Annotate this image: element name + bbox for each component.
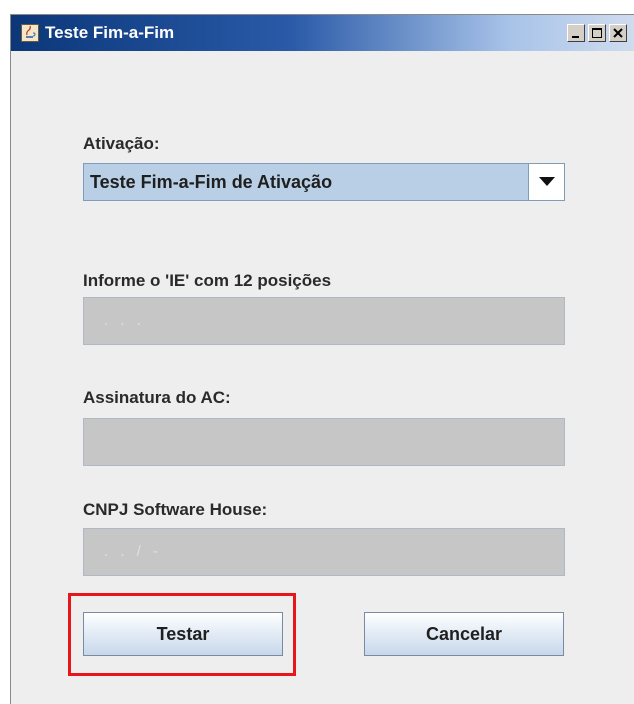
minimize-button[interactable]	[567, 24, 585, 42]
close-icon	[613, 28, 623, 38]
ie-label: Informe o 'IE' com 12 posições	[83, 271, 332, 290]
cnpj-label: CNPJ Software House:	[83, 500, 268, 519]
cancelar-button[interactable]: Cancelar	[364, 612, 564, 656]
dialog-window: Teste Fim-a-Fim Ativação: Teste Fim-a-Fi…	[10, 14, 634, 704]
maximize-icon	[592, 28, 602, 38]
close-button[interactable]	[609, 24, 627, 42]
dropdown-arrow-button[interactable]	[528, 164, 564, 200]
ie-input[interactable]: . . .	[83, 297, 565, 345]
cnpj-input-mask: . . / -	[104, 543, 162, 560]
testar-button[interactable]: Testar	[83, 612, 283, 656]
maximize-button[interactable]	[588, 24, 606, 42]
cnpj-input[interactable]: . . / -	[83, 528, 565, 576]
minimize-icon	[572, 36, 579, 38]
window-title: Teste Fim-a-Fim	[45, 23, 175, 42]
java-app-icon	[21, 24, 39, 42]
title-bar[interactable]: Teste Fim-a-Fim	[11, 15, 634, 51]
triangle-down-icon	[539, 177, 555, 186]
ativacao-dropdown[interactable]: Teste Fim-a-Fim de Ativação	[83, 163, 565, 201]
ie-input-mask: . . .	[104, 312, 145, 329]
ativacao-label: Ativação:	[83, 134, 160, 153]
ativacao-selected-value: Teste Fim-a-Fim de Ativação	[90, 172, 333, 192]
assinatura-input[interactable]	[83, 418, 565, 466]
assinatura-label: Assinatura do AC:	[83, 388, 231, 407]
